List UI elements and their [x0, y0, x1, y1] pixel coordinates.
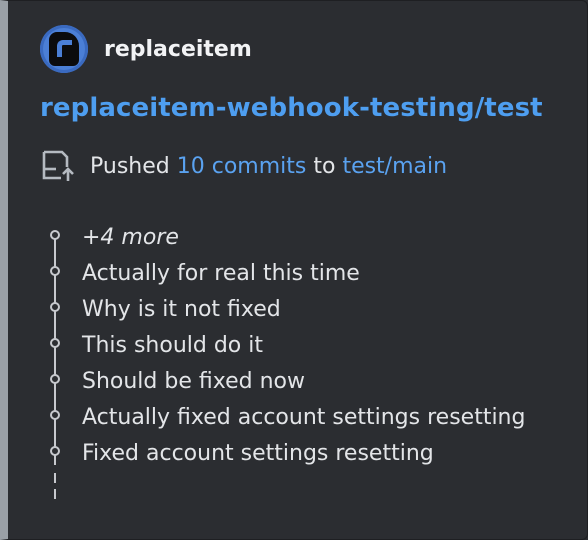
commit-dot-icon	[50, 230, 60, 240]
webhook-embed: replaceitem replaceitem-webhook-testing/…	[0, 0, 588, 540]
timeline-line	[54, 275, 56, 291]
author-name[interactable]: replaceitem	[104, 37, 252, 62]
timeline-line	[54, 383, 56, 399]
commits-link[interactable]: 10 commits	[177, 154, 307, 179]
commit-row[interactable]: +4 more	[44, 219, 584, 255]
avatar[interactable]	[40, 25, 88, 73]
timeline-dash	[54, 489, 56, 499]
commit-row[interactable]: Actually for real this time	[44, 255, 584, 291]
commit-row[interactable]: Fixed account settings resetting	[44, 435, 584, 471]
repo-title-link[interactable]: replaceitem-webhook-testing/test	[40, 93, 543, 123]
commit-dot-icon	[50, 338, 60, 348]
git-push-icon	[42, 150, 74, 181]
branch-link[interactable]: test/main	[342, 154, 447, 179]
commit-message[interactable]: Actually fixed account settings resettin…	[82, 405, 525, 430]
to-label: to	[313, 153, 336, 179]
timeline-line	[54, 239, 56, 255]
commit-dot-icon	[50, 374, 60, 384]
timeline-line	[54, 347, 56, 363]
timeline-line	[54, 419, 56, 435]
more-commits-label[interactable]: +4 more	[82, 225, 179, 250]
pushed-label: Pushed	[90, 153, 170, 179]
commit-dot-icon	[50, 266, 60, 276]
commit-dot-icon	[50, 302, 60, 312]
timeline-line	[54, 455, 56, 465]
commit-row[interactable]: This should do it	[44, 327, 584, 363]
commit-row[interactable]: Why is it not fixed	[44, 291, 584, 327]
commit-row[interactable]: Actually fixed account settings resettin…	[44, 399, 584, 435]
timeline-line	[54, 311, 56, 327]
avatar-r-icon	[49, 32, 79, 66]
commit-message[interactable]: Should be fixed now	[82, 369, 305, 394]
commit-dot-icon	[50, 410, 60, 420]
timeline-dash	[54, 473, 56, 483]
push-summary: Pushed 10 commits to test/main	[40, 147, 447, 185]
embed-author[interactable]: replaceitem	[40, 25, 252, 73]
commit-row[interactable]: Should be fixed now	[44, 363, 584, 399]
commit-dot-icon	[50, 446, 60, 456]
commit-list: +4 more Actually for real this time Why is…	[44, 219, 584, 471]
commit-message[interactable]: This should do it	[82, 333, 263, 358]
commit-message[interactable]: Why is it not fixed	[82, 297, 281, 322]
commit-message[interactable]: Fixed account settings resetting	[82, 441, 434, 466]
commit-message[interactable]: Actually for real this time	[82, 261, 360, 286]
